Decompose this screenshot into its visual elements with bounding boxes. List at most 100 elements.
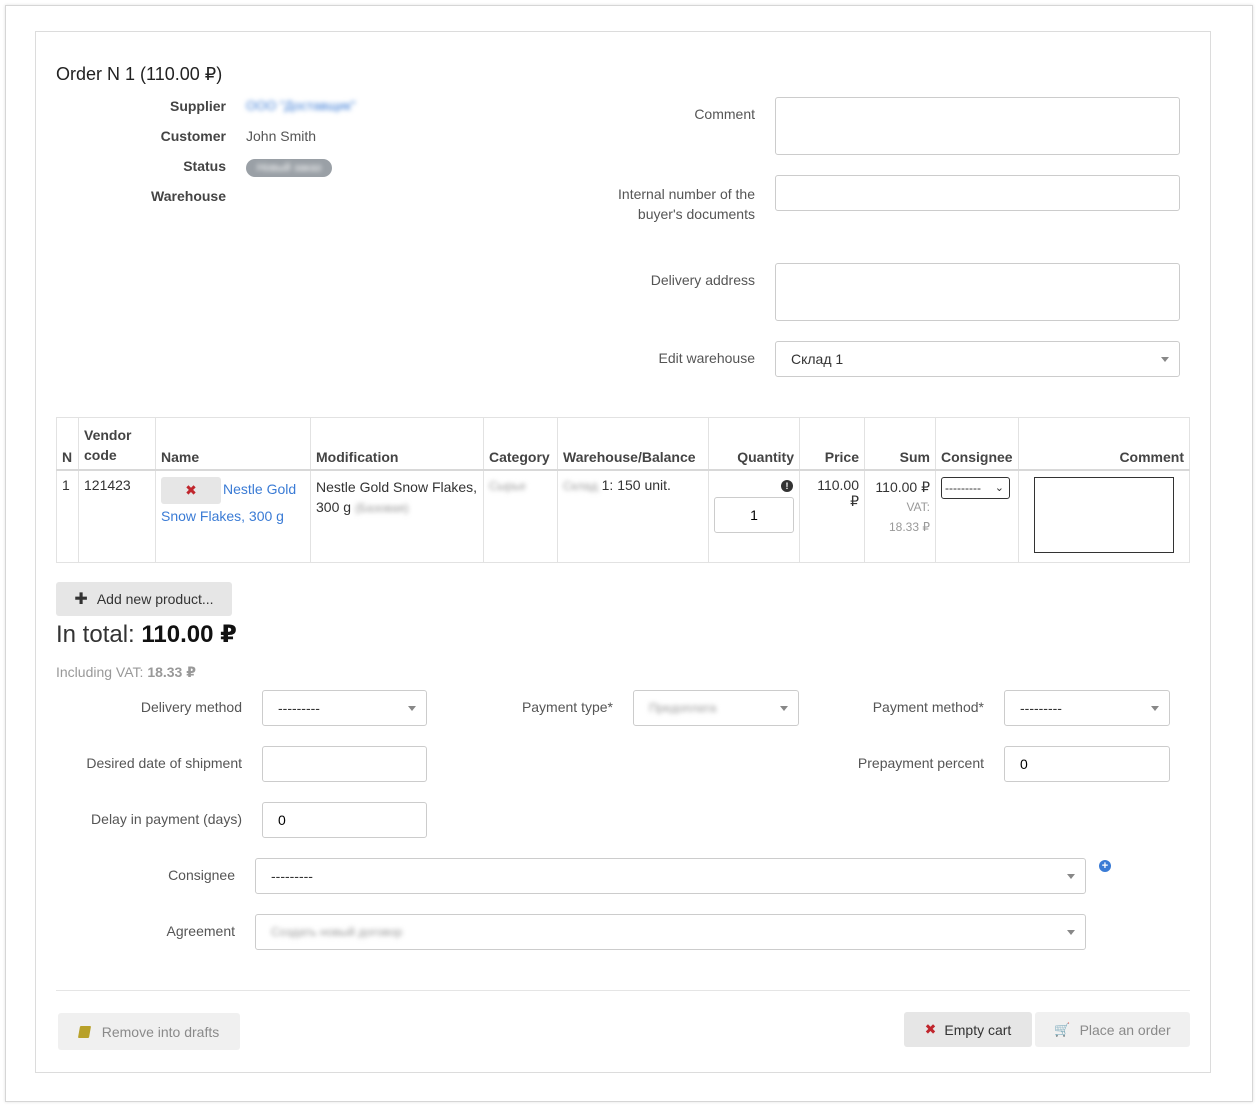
delivery-method-label: Delivery method (140, 699, 242, 715)
add-consignee-icon[interactable]: + (1099, 860, 1111, 872)
consignee-label: Consignee (168, 867, 235, 883)
chevron-down-icon (1067, 930, 1075, 935)
desired-date-input[interactable] (262, 746, 427, 782)
customer-value: John Smith (246, 128, 317, 144)
col-warehouse-balance: Warehouse/Balance (557, 417, 709, 471)
comment-label: Comment (694, 106, 755, 122)
col-price: Price (799, 417, 865, 471)
col-comment: Comment (1018, 417, 1190, 471)
place-order-label: Place an order (1079, 1021, 1171, 1038)
edit-warehouse-select[interactable]: Склад 1 (775, 341, 1180, 377)
customer-label: Customer (160, 128, 226, 144)
payment-method-select[interactable]: --------- (1004, 690, 1170, 726)
cell-sum: 110.00 ₽ VAT: 18.33 ₽ (864, 469, 936, 563)
supplier-link[interactable]: ООО "Доставщик" (246, 98, 355, 113)
warehouse-label: Warehouse (151, 188, 226, 204)
chevron-down-icon (780, 706, 788, 711)
empty-cart-button[interactable]: ✖ Empty cart (904, 1012, 1032, 1047)
balance-text: 1: 150 unit. (601, 476, 671, 493)
col-name: Name (155, 417, 311, 471)
vat-label: VAT: (906, 499, 930, 514)
comment-textarea[interactable] (775, 97, 1180, 155)
payment-type-label: Payment type* (521, 699, 613, 715)
info-icon[interactable]: ! (781, 479, 793, 492)
order-title: Order N 1 (110.00 ₽) (56, 64, 223, 84)
total-label: In total: (56, 621, 135, 648)
consignee-value: --------- (271, 868, 313, 884)
cell-category: Сырье (483, 469, 558, 563)
table-row: 1 121423 ✖ Nestle Gold Snow Flakes, 300 g… (56, 469, 1190, 563)
footer-divider (56, 990, 1190, 991)
agreement-value: Создать новый договор (271, 925, 403, 939)
col-vendor-code-text: Vendor code (84, 426, 132, 463)
delivery-address-label: Delivery address (650, 272, 755, 288)
vat-value: 18.33 ₽ (889, 519, 930, 534)
cell-quantity: ! (708, 469, 800, 563)
consignee-row-value: --------- (945, 480, 981, 495)
chevron-down-icon (1151, 706, 1159, 711)
close-icon: ✖ (924, 1021, 937, 1037)
quantity-input[interactable] (714, 496, 794, 533)
remove-into-drafts-button[interactable]: Remove into drafts (58, 1013, 240, 1050)
items-table: N Vendor code Name Modification Category… (56, 417, 1190, 563)
payment-method-value: --------- (1020, 700, 1062, 716)
remove-into-drafts-label: Remove into drafts (101, 1023, 220, 1040)
delivery-address-textarea[interactable] (775, 263, 1180, 321)
add-product-button[interactable]: ✚ Add new product... (56, 582, 232, 616)
add-product-label: Add new product... (96, 591, 214, 607)
cell-modification: Nestle Gold Snow Flakes, 300 g (Базовая) (310, 469, 484, 563)
prepayment-percent-label: Prepayment percent (857, 755, 984, 771)
prepayment-percent-input[interactable] (1004, 746, 1170, 782)
chevron-down-icon (408, 706, 416, 711)
place-order-button[interactable]: 🛒 Place an order (1035, 1012, 1190, 1047)
empty-cart-label: Empty cart (944, 1021, 1012, 1038)
payment-method-label: Payment method* (872, 699, 984, 715)
chevron-down-icon (1067, 874, 1075, 879)
consignee-row-select[interactable]: --------- ⌄ (941, 476, 1010, 499)
col-modification: Modification (310, 417, 484, 471)
cell-comment (1018, 469, 1190, 563)
vat-total-label: Including VAT: (56, 664, 144, 680)
desired-date-label: Desired date of shipment (86, 755, 242, 771)
consignee-select[interactable]: --------- (255, 858, 1086, 894)
agreement-label: Agreement (166, 923, 235, 939)
payment-type-value: Предоплата (649, 701, 717, 715)
warehouse-name: Склад (563, 478, 598, 493)
agreement-select[interactable]: Создать новый договор (255, 914, 1086, 950)
remove-item-button[interactable]: ✖ (161, 476, 221, 504)
modification-extra: (Базовая) (354, 500, 409, 515)
delivery-method-select[interactable]: --------- (262, 690, 427, 726)
table-header-row: N Vendor code Name Modification Category… (56, 417, 1190, 471)
internal-number-input[interactable] (775, 175, 1180, 211)
cell-n: 1 (56, 469, 79, 563)
delay-input[interactable] (262, 802, 427, 838)
vat-total-line: Including VAT: 18.33 ₽ (56, 664, 196, 681)
total-line: In total: 110.00 ₽ (56, 620, 237, 649)
status-badge: Новый заказ (246, 159, 332, 177)
cell-price: 110.00 ₽ (799, 469, 865, 563)
col-vendor-code: Vendor code (78, 417, 156, 471)
chevron-down-icon: ⌄ (994, 481, 1004, 494)
category-text: Сырье (489, 478, 526, 493)
internal-number-label: Internal number of the buyer's documents (618, 186, 755, 222)
plus-icon: ✚ (74, 591, 88, 608)
col-quantity: Quantity (708, 417, 800, 471)
delay-label: Delay in payment (days) (91, 811, 242, 827)
col-n: N (56, 417, 79, 471)
col-sum: Sum (864, 417, 936, 471)
col-category: Category (483, 417, 558, 471)
edit-warehouse-label: Edit warehouse (658, 350, 755, 366)
edit-warehouse-value: Склад 1 (791, 351, 844, 367)
book-icon (77, 1025, 91, 1038)
col-consignee: Consignee (935, 417, 1019, 471)
row-comment-textarea[interactable] (1034, 476, 1174, 553)
cell-vendor-code: 121423 (78, 469, 156, 563)
delivery-method-value: --------- (278, 700, 320, 716)
payment-type-select[interactable]: Предоплата (633, 690, 799, 726)
cell-warehouse-balance: Склад 1: 150 unit. (557, 469, 709, 563)
sum-value: 110.00 ₽ (875, 478, 930, 495)
chevron-down-icon (1161, 357, 1169, 362)
status-badge-text: Новый заказ (256, 162, 322, 174)
total-value: 110.00 ₽ (141, 621, 237, 648)
cart-icon: 🛒 (1054, 1021, 1071, 1037)
